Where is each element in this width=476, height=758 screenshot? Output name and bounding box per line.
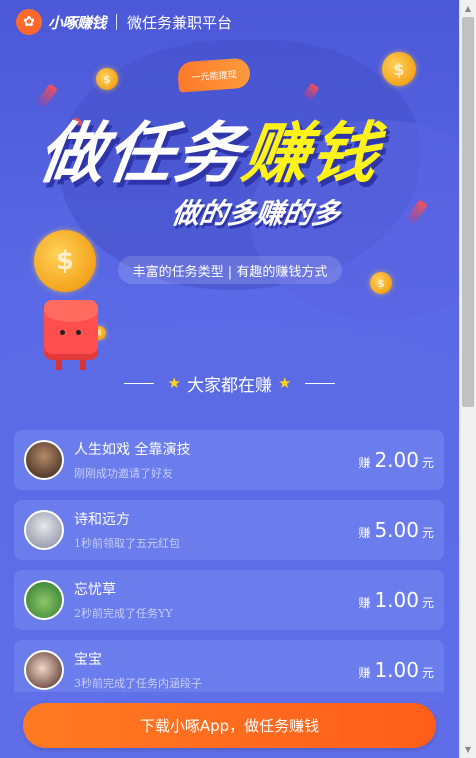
earn-value: 2.00 xyxy=(374,448,419,472)
earn-unit: 元 xyxy=(421,666,434,680)
earn-amount: 赚 5.00 元 xyxy=(358,518,434,542)
user-name: 人生如戏 全靠演技 xyxy=(74,442,191,458)
earn-value: 5.00 xyxy=(374,518,419,542)
activity-desc: 刚刚成功邀请了好友 xyxy=(74,467,173,480)
top-header: ✿ 小啄赚钱 微任务兼职平台 xyxy=(0,0,459,44)
feed-item: 人生如戏 全靠演技 刚刚成功邀请了好友 赚 2.00 元 xyxy=(14,430,444,490)
activity-desc: 1秒前领取了五元红包 xyxy=(74,537,180,550)
hero-title: 做任务赚钱 xyxy=(33,100,386,196)
star-icon: ★ xyxy=(167,374,181,392)
user-name: 诗和远方 xyxy=(74,512,130,528)
earn-amount: 赚 1.00 元 xyxy=(358,588,434,612)
mascot-eye xyxy=(60,330,65,335)
earn-value: 1.00 xyxy=(374,658,419,682)
earn-amount: 赚 1.00 元 xyxy=(358,658,434,682)
hero-banner: 一元能提现 做任务赚钱 做的多赚的多 丰富的任务类型 | 有趣的赚钱方式 xyxy=(0,0,459,390)
envelope-flap xyxy=(44,300,98,322)
avatar xyxy=(24,580,64,620)
hero-title-highlight: 赚钱 xyxy=(237,115,385,192)
coin-icon xyxy=(370,272,392,294)
hero-title-part1: 做任务 xyxy=(33,115,249,192)
logo-icon: ✿ xyxy=(16,9,42,35)
earn-value: 1.00 xyxy=(374,588,419,612)
feed-item: 忘忧草 2秒前完成了任务YY 赚 1.00 元 xyxy=(14,570,444,630)
header-divider xyxy=(116,14,118,30)
section-title-text: 大家都在赚 xyxy=(187,375,272,396)
feed-item-info: 诗和远方 1秒前领取了五元红包 xyxy=(74,509,358,551)
scrollbar-thumb[interactable] xyxy=(462,17,474,407)
feed-item-info: 人生如戏 全靠演技 刚刚成功邀请了好友 xyxy=(74,439,358,481)
activity-desc: 2秒前完成了任务YY xyxy=(74,607,173,620)
feed-item: 宝宝 3秒前完成了任务内涵段子 赚 1.00 元 xyxy=(14,640,444,700)
earn-prefix: 赚 xyxy=(358,456,371,470)
avatar xyxy=(24,440,64,480)
user-name: 宝宝 xyxy=(74,652,102,668)
scroll-up-arrow-icon[interactable]: ▲ xyxy=(460,0,476,17)
divider-line xyxy=(123,382,154,384)
header-slogan: 微任务兼职平台 xyxy=(127,13,233,32)
earn-prefix: 赚 xyxy=(358,596,371,610)
withdraw-badge: 一元能提现 xyxy=(177,57,251,93)
coin-icon xyxy=(382,52,416,86)
brand-logo-text: 小啄赚钱 xyxy=(48,13,107,32)
earn-prefix: 赚 xyxy=(358,666,371,680)
user-name: 忘忧草 xyxy=(74,582,116,598)
feed-item-info: 忘忧草 2秒前完成了任务YY xyxy=(74,579,358,621)
hero-tagline: 丰富的任务类型 | 有趣的赚钱方式 xyxy=(118,256,342,284)
star-icon: ★ xyxy=(278,374,292,392)
hero-subtitle: 做的多赚的多 xyxy=(169,197,343,230)
earn-amount: 赚 2.00 元 xyxy=(358,448,434,472)
red-envelope-mascot xyxy=(44,300,98,370)
page: 一元能提现 做任务赚钱 做的多赚的多 丰富的任务类型 | 有趣的赚钱方式 ✿ 小… xyxy=(0,0,459,758)
earnings-feed: 人生如戏 全靠演技 刚刚成功邀请了好友 赚 2.00 元 诗和远方 1秒前领取了… xyxy=(14,430,444,710)
mascot-eye xyxy=(76,330,81,335)
divider-line xyxy=(305,382,336,384)
coin-icon xyxy=(34,230,96,292)
download-app-button[interactable]: 下载小啄App，做任务赚钱 xyxy=(23,703,436,748)
earn-prefix: 赚 xyxy=(358,526,371,540)
feed-item: 诗和远方 1秒前领取了五元红包 赚 5.00 元 xyxy=(14,500,444,560)
activity-desc: 3秒前完成了任务内涵段子 xyxy=(74,677,202,690)
feed-item-info: 宝宝 3秒前完成了任务内涵段子 xyxy=(74,649,358,691)
coin-icon xyxy=(96,68,118,90)
scroll-down-arrow-icon[interactable]: ▼ xyxy=(460,741,476,758)
avatar xyxy=(24,650,64,690)
avatar xyxy=(24,510,64,550)
earn-unit: 元 xyxy=(421,456,434,470)
vertical-scrollbar[interactable]: ▲ ▼ xyxy=(459,0,476,758)
earn-unit: 元 xyxy=(421,596,434,610)
earn-unit: 元 xyxy=(421,526,434,540)
section-title: ★ 大家都在赚 ★ xyxy=(0,368,459,398)
